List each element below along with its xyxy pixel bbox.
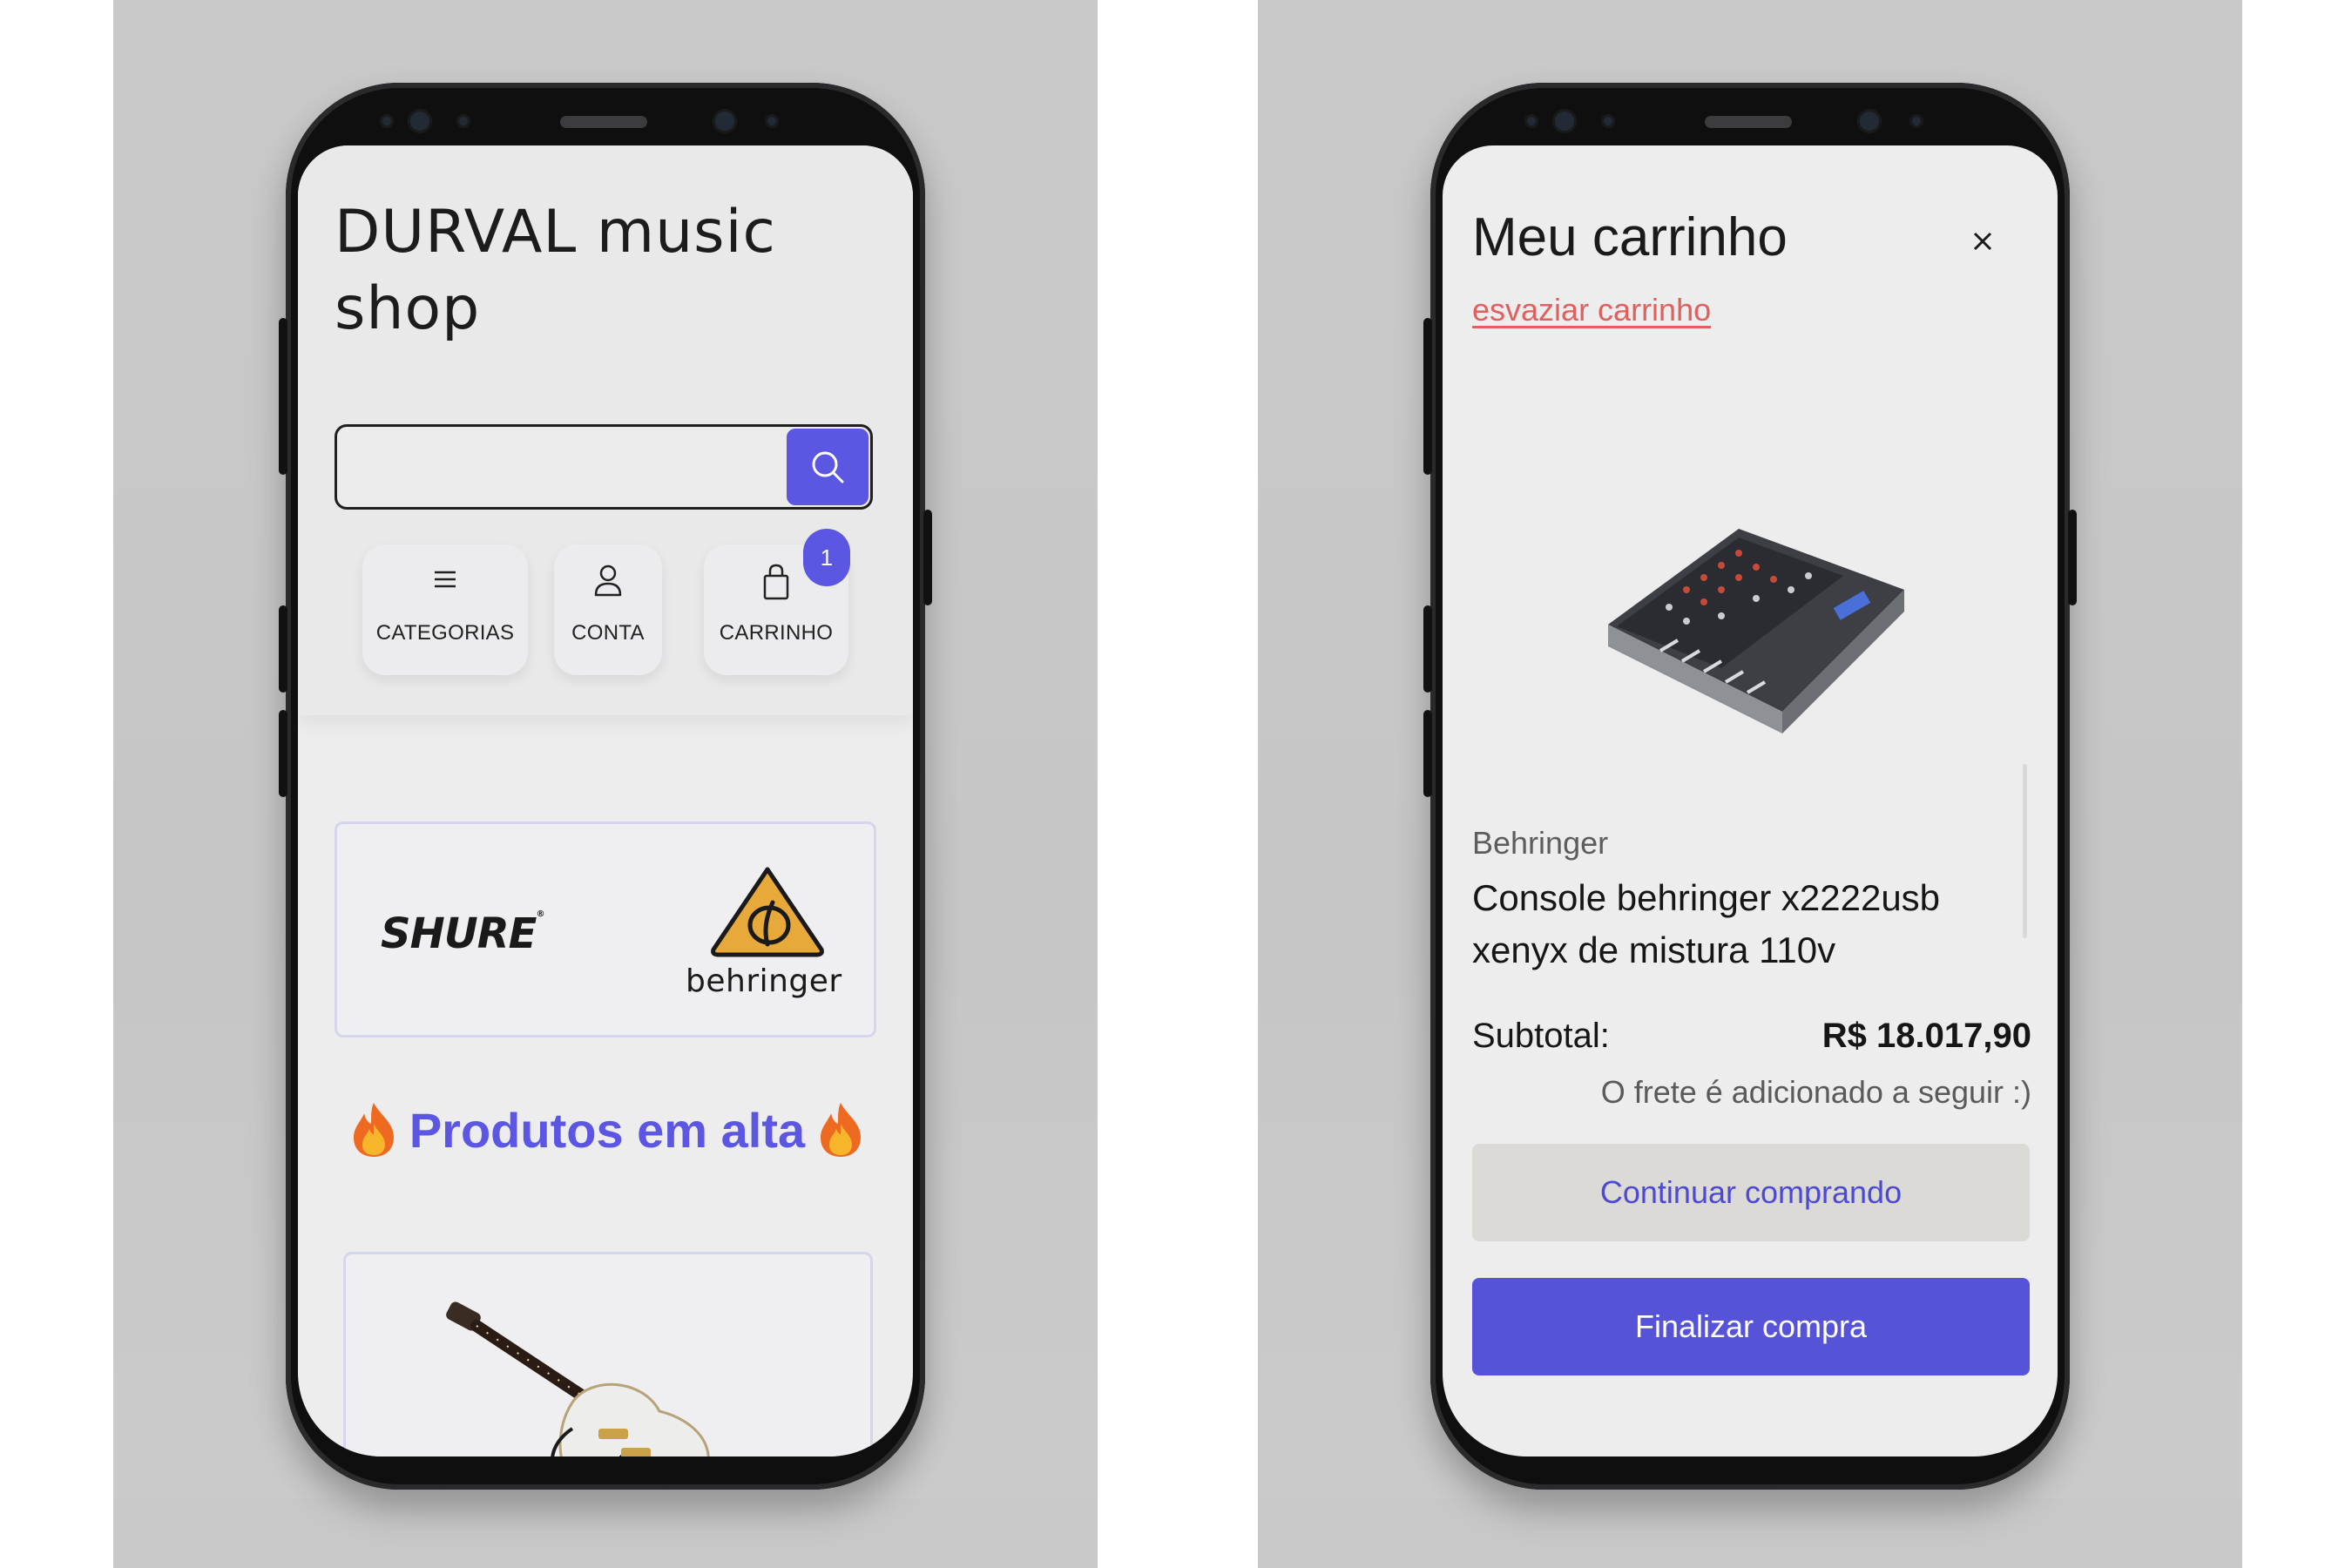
shop-logo[interactable]: DURVAL music shop — [335, 194, 857, 348]
sensor-dot — [1909, 114, 1923, 128]
close-icon — [1973, 232, 1992, 251]
phone-frame-left: DURVAL music shop CATEGORIAS CONTA CARRI… — [279, 83, 932, 1490]
earpiece-speaker — [1705, 116, 1792, 128]
phone-frame-right: Meu carrinho esvaziar carrinho Behringer… — [1423, 83, 2077, 1490]
subtotal-value: R$ 18.017,90 — [1821, 1017, 2031, 1055]
fire-icon — [353, 1103, 394, 1157]
floor-shadow — [1258, 1498, 2242, 1568]
floor-shadow — [113, 1498, 1098, 1568]
trending-heading: Produtos em alta — [333, 1095, 882, 1165]
cart-count-badge: 1 — [803, 529, 850, 586]
earpiece-speaker — [560, 116, 647, 128]
product-image — [1582, 494, 1922, 738]
power-button — [2068, 510, 2077, 605]
menu-icon — [435, 571, 456, 588]
search-bar — [335, 424, 873, 510]
categories-label: CATEGORIAS — [375, 621, 515, 645]
scrollbar[interactable] — [2023, 764, 2027, 938]
empty-cart-link[interactable]: esvaziar carrinho — [1472, 292, 1711, 328]
shure-logo[interactable]: SHURE® — [381, 909, 544, 958]
account-button[interactable]: CONTA — [554, 544, 662, 675]
side-button — [279, 605, 287, 693]
cart-title: Meu carrinho — [1472, 207, 1788, 267]
volume-button — [279, 318, 287, 475]
trending-title: Produtos em alta — [409, 1102, 806, 1158]
search-icon — [812, 451, 844, 483]
mockup-right: Meu carrinho esvaziar carrinho Behringer… — [1258, 0, 2242, 1568]
search-input[interactable] — [346, 432, 767, 504]
screen-cart: Meu carrinho esvaziar carrinho Behringer… — [1443, 145, 2058, 1456]
side-button — [1423, 710, 1432, 797]
mockup-left: DURVAL music shop CATEGORIAS CONTA CARRI… — [113, 0, 1098, 1568]
brands-banner[interactable]: SHURE® behringer — [335, 821, 876, 1037]
close-button[interactable] — [1965, 224, 2000, 259]
product-card[interactable] — [343, 1252, 873, 1456]
shopping-bag-icon — [763, 564, 789, 600]
subtotal-label: Subtotal: — [1472, 1017, 1610, 1055]
front-camera-icon — [408, 109, 432, 133]
sensor-dot — [456, 114, 470, 128]
checkout-button[interactable]: Finalizar compra — [1472, 1278, 2030, 1375]
mixer-image — [1608, 529, 1904, 733]
item-name[interactable]: Console behringer x2222usb xenyx de mist… — [1472, 872, 1995, 977]
power-button — [923, 510, 932, 605]
sensor-dot — [765, 114, 779, 128]
account-label: CONTA — [571, 621, 645, 645]
iris-camera-icon — [713, 109, 737, 133]
sensor-dot — [1601, 114, 1615, 128]
iris-camera-icon — [1857, 109, 1882, 133]
front-camera-icon — [1552, 109, 1577, 133]
header-panel: DURVAL music shop CATEGORIAS CONTA CARRI… — [298, 145, 913, 715]
shipping-note: O frete é adicionado a seguir :) — [1600, 1074, 2031, 1110]
item-brand: Behringer — [1472, 825, 1609, 861]
behringer-logo-text: behringer — [686, 963, 842, 999]
fire-icon — [821, 1103, 862, 1157]
side-button — [1423, 605, 1432, 693]
volume-button — [1423, 318, 1432, 475]
side-button — [279, 710, 287, 797]
user-icon — [594, 564, 622, 597]
continue-shopping-button[interactable]: Continuar comprando — [1472, 1144, 2030, 1241]
cart-label: CARRINHO — [719, 621, 834, 645]
guitar-image — [446, 1301, 710, 1456]
sensor-dot — [380, 114, 394, 128]
categories-button[interactable]: CATEGORIAS — [362, 544, 528, 675]
shure-logo-text: SHURE — [381, 909, 537, 958]
sensor-dot — [1524, 114, 1538, 128]
search-button[interactable] — [787, 429, 868, 505]
screen-home: DURVAL music shop CATEGORIAS CONTA CARRI… — [298, 145, 913, 1456]
behringer-logo-icon — [711, 867, 824, 957]
